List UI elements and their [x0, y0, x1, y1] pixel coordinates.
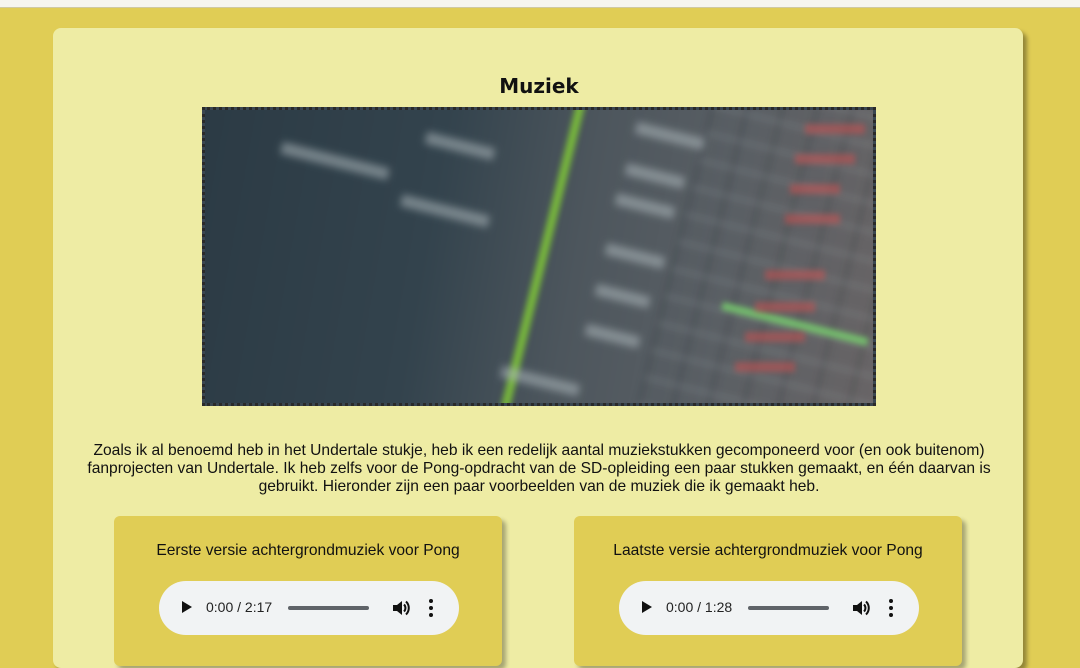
audio-player[interactable]: 0:00 / 1:28	[619, 581, 919, 635]
progress-slider[interactable]	[288, 606, 369, 610]
more-options-icon[interactable]	[427, 598, 435, 618]
time-display: 0:00 / 2:17	[206, 599, 273, 615]
audio-player[interactable]: 0:00 / 2:17	[159, 581, 459, 635]
intro-text: Zoals ik al benoemd heb in het Undertale…	[87, 441, 991, 495]
browser-top-strip	[0, 0, 1080, 8]
music-daw-image	[202, 107, 876, 406]
progress-slider[interactable]	[748, 606, 829, 610]
more-options-icon[interactable]	[887, 598, 895, 618]
volume-icon[interactable]	[851, 598, 871, 618]
play-icon[interactable]	[642, 601, 652, 613]
track-title: Eerste versie achtergrondmuziek voor Pon…	[156, 542, 460, 559]
track-title: Laatste versie achtergrondmuziek voor Po…	[613, 542, 923, 559]
volume-icon[interactable]	[391, 598, 411, 618]
play-icon[interactable]	[182, 601, 192, 613]
track-card-2: Laatste versie achtergrondmuziek voor Po…	[574, 516, 962, 666]
time-display: 0:00 / 1:28	[666, 599, 733, 615]
page-title: Muziek	[499, 74, 579, 99]
track-card-1: Eerste versie achtergrondmuziek voor Pon…	[114, 516, 502, 666]
